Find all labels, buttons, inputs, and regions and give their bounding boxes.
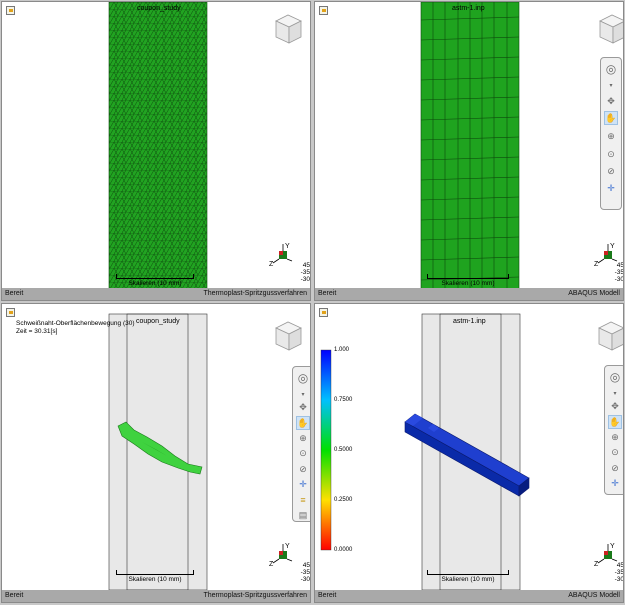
mesh-view[interactable] — [315, 2, 624, 292]
svg-text:Y: Y — [285, 243, 290, 250]
legend-max-label: 1.000 — [334, 347, 350, 353]
view-cube-icon[interactable] — [273, 320, 303, 352]
layers-icon[interactable]: ▤ — [296, 508, 310, 522]
zoom-icon[interactable]: ⊙ — [608, 445, 622, 459]
dropdown-icon[interactable]: ▾ — [604, 79, 618, 93]
pane-title: coupon_study — [136, 318, 180, 325]
zoom-plus-icon[interactable]: ⊕ — [608, 430, 622, 444]
view-cube-icon[interactable] — [596, 320, 624, 352]
zoom-window-icon[interactable]: ⊘ — [608, 461, 622, 475]
legend-colorbar — [320, 349, 332, 551]
legend-min-label: 0.0000 — [334, 547, 353, 553]
svg-text:Y: Y — [285, 543, 290, 550]
fit-icon[interactable]: ✛ — [608, 476, 622, 490]
svg-text:Y: Y — [610, 543, 615, 550]
view-toolbar: ◎ ▾ ✥ ✋ ⊕ ⊙ ⊘ ✛ — [604, 365, 623, 495]
zoom-window-icon[interactable]: ⊘ — [296, 462, 310, 476]
pane-title: astm-1.inp — [453, 318, 486, 325]
zoom-plus-icon[interactable]: ⊕ — [604, 129, 618, 143]
rotate-icon[interactable]: ✥ — [608, 399, 622, 413]
coupon-mesh — [108, 2, 208, 292]
legend-label: 0.7500 — [334, 397, 353, 403]
rotate-icon[interactable]: ✥ — [296, 400, 310, 414]
svg-text:Z: Z — [269, 261, 274, 268]
pane-title: coupon_study — [137, 5, 181, 12]
orbit-ring-icon[interactable]: ◎ — [604, 62, 618, 76]
result-view[interactable] — [315, 304, 624, 594]
pan-hand-icon[interactable]: ✋ — [604, 111, 618, 125]
fit-icon[interactable]: ✛ — [604, 181, 618, 195]
svg-text:Z: Z — [594, 261, 599, 268]
view-cube-icon[interactable] — [597, 13, 624, 45]
status-bar: Bereit ABAQUS Modell — [315, 288, 623, 300]
orbit-ring-icon[interactable]: ◎ — [296, 371, 310, 385]
pan-hand-icon[interactable]: ✋ — [608, 415, 622, 429]
fit-icon[interactable]: ✛ — [296, 477, 310, 491]
mesh-view[interactable] — [2, 2, 311, 292]
legend-label: 0.5000 — [334, 447, 353, 453]
zoom-icon[interactable]: ⊙ — [604, 147, 618, 161]
animation-view[interactable] — [2, 304, 311, 594]
svg-text:Y: Y — [610, 243, 615, 250]
pane-title: astm-1.inp — [452, 5, 485, 12]
viewport-bottom-left[interactable]: Schweißnaht-Oberflächenbewegung (30) Zei… — [1, 303, 311, 603]
legend-label: 0.2500 — [334, 497, 353, 503]
result-caption: Schweißnaht-Oberflächenbewegung (30) Zei… — [16, 320, 135, 335]
view-angles: 45 -35 -30 — [300, 562, 310, 583]
view-toolbar: ◎ ▾ ✥ ✋ ⊕ ⊙ ⊘ ✛ — [600, 57, 622, 210]
status-bar: Bereit ABAQUS Modell — [315, 590, 623, 602]
viewport-top-right[interactable]: astm-1.inp Skalieren (10 mm) ◎ ▾ ✥ ✋ ⊕ ⊙… — [314, 1, 624, 301]
svg-text:Z: Z — [269, 561, 274, 568]
view-angles: 45 -35 -30 — [614, 262, 624, 283]
view-angles: 45 -35 -30 — [300, 262, 310, 283]
status-bar: Bereit Thermoplast-Spritzgussverfahren — [2, 288, 310, 300]
view-angles: 45 -35 -30 — [614, 562, 624, 583]
orbit-ring-icon[interactable]: ◎ — [608, 370, 622, 384]
status-bar: Bereit Thermoplast-Spritzgussverfahren — [2, 590, 310, 602]
section-icon[interactable]: ≡ — [296, 493, 310, 507]
viewport-top-left[interactable]: coupon_study Skalieren (10 mm) Y Z 45 -35… — [1, 1, 311, 301]
zoom-window-icon[interactable]: ⊘ — [604, 164, 618, 178]
view-cube-icon[interactable] — [273, 13, 303, 45]
svg-text:Z: Z — [594, 561, 599, 568]
rotate-icon[interactable]: ✥ — [604, 94, 618, 108]
viewport-bottom-right[interactable]: 1.000 0.7500 0.5000 0.2500 0.0000 astm-1… — [314, 303, 624, 603]
view-toolbar: ◎ ▾ ✥ ✋ ⊕ ⊙ ⊘ ✛ ≡ ▤ — [292, 366, 310, 522]
zoom-plus-icon[interactable]: ⊕ — [296, 431, 310, 445]
pan-hand-icon[interactable]: ✋ — [296, 416, 310, 430]
zoom-icon[interactable]: ⊙ — [296, 446, 310, 460]
